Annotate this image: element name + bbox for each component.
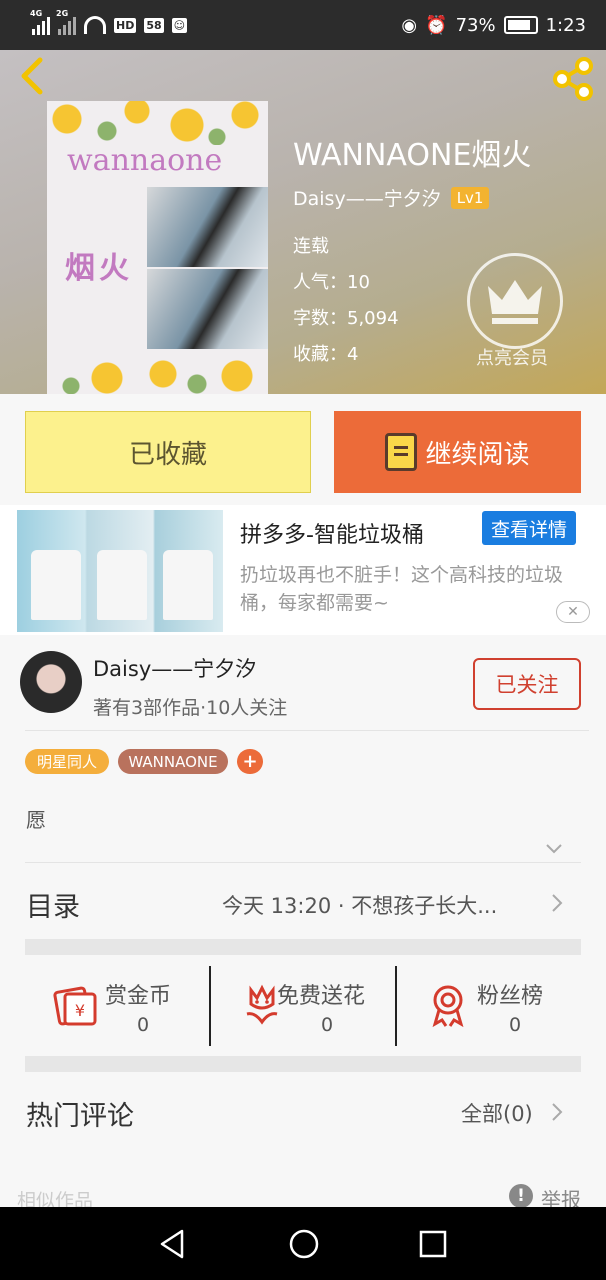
trash-bin-image <box>97 550 147 620</box>
hot-comments-label: 热门评论 <box>26 1101 134 1132</box>
book-icon <box>385 433 418 471</box>
chevron-right-icon[interactable] <box>550 1101 564 1123</box>
support-actions: ¥ 赏金币 0 免费送花 0 粉丝榜 0 <box>25 966 581 1046</box>
alarm-icon: ⏰ <box>425 14 448 36</box>
section-separator <box>25 1056 581 1072</box>
app-notification-icon: 58 <box>144 17 164 33</box>
reward-coin-count: 0 <box>137 1014 150 1036</box>
cover-flowers-top <box>47 101 268 145</box>
nav-recent-apps-icon[interactable] <box>416 1227 450 1261</box>
book-popularity: 人气：10 <box>293 272 370 293</box>
book-intro: 愿 <box>26 808 46 832</box>
add-tag-button[interactable]: + <box>237 749 263 774</box>
book-cover[interactable]: wannaone 烟火 <box>47 101 268 394</box>
alert-icon[interactable]: ! <box>509 1184 533 1208</box>
chevron-right-icon[interactable] <box>550 892 564 914</box>
divider <box>25 730 589 731</box>
continue-reading-label: 继续阅读 <box>425 439 530 470</box>
follow-button[interactable]: 已关注 <box>473 658 581 710</box>
avatar[interactable] <box>20 651 82 713</box>
author-meta: 著有3部作品·10人关注 <box>93 697 288 719</box>
favorited-button[interactable]: 已收藏 <box>25 411 311 493</box>
signal-icon: 4G <box>30 9 50 35</box>
ad-details-button[interactable]: 查看详情 <box>482 511 576 545</box>
app-notification-icon-2: ☺ <box>171 17 188 33</box>
vip-label[interactable]: 点亮会员 <box>476 344 548 370</box>
trash-bin-image <box>31 550 81 620</box>
status-bar: 4G 2G HD 58 ☺ ◉ ⏰ 73% 1:23 <box>0 0 606 50</box>
reward-coin-button[interactable]: ¥ 赏金币 0 <box>25 966 209 1046</box>
clock: 1:23 <box>545 14 586 36</box>
chevron-left-icon <box>21 57 43 95</box>
send-flower-label: 免费送花 <box>277 984 366 1009</box>
fan-ranking-label: 粉丝榜 <box>477 984 544 1009</box>
eye-icon: ◉ <box>401 14 418 36</box>
continue-reading-button[interactable]: 继续阅读 <box>334 411 581 493</box>
share-icon <box>553 57 593 101</box>
signal-icon-2: 2G <box>56 9 76 35</box>
ad-title[interactable]: 拼多多-智能垃圾桶 <box>240 517 424 549</box>
send-flower-button[interactable]: 免费送花 0 <box>209 966 395 1046</box>
nav-back-icon[interactable] <box>156 1227 190 1261</box>
level-badge: Lv1 <box>450 186 490 209</box>
battery-icon <box>503 16 538 34</box>
book-favorites: 收藏：4 <box>293 344 359 365</box>
hd-icon: HD <box>114 17 137 33</box>
medal-icon <box>432 985 464 1028</box>
vip-button[interactable] <box>467 253 563 349</box>
cover-photo <box>147 187 268 267</box>
send-flower-count: 0 <box>321 1014 334 1036</box>
favorited-label: 已收藏 <box>128 439 207 470</box>
book-header: wannaone 烟火 WANNAONE烟火 Daisy——宁夕汐 Lv1 连载… <box>0 50 606 394</box>
battery-percent: 73% <box>455 14 496 36</box>
tag-item[interactable]: WANNAONE <box>118 749 228 774</box>
author-name[interactable]: Daisy——宁夕汐 <box>93 653 256 683</box>
book-word-count: 字数：5,094 <box>293 308 399 329</box>
chevron-down-icon[interactable] <box>544 838 564 858</box>
catalog-label[interactable]: 目录 <box>26 885 80 924</box>
book-status: 连载 <box>293 236 329 257</box>
book-author-row[interactable]: Daisy——宁夕汐 Lv1 <box>293 184 490 211</box>
ad-close-button[interactable]: ✕ <box>556 601 590 623</box>
catalog-latest-chapter[interactable]: 今天 13:20 · 不想孩子长大... <box>222 890 532 920</box>
fan-ranking-count: 0 <box>509 1014 522 1036</box>
back-button[interactable] <box>16 56 52 96</box>
divider <box>25 862 581 863</box>
crown-icon <box>488 280 542 324</box>
author-card[interactable]: Daisy——宁夕汐 著有3部作品·10人关注 已关注 <box>0 635 606 731</box>
ad-image[interactable] <box>17 510 223 632</box>
tag-item[interactable]: 明星同人 <box>25 749 109 774</box>
system-nav-bar <box>0 1207 606 1280</box>
all-comments-link[interactable]: 全部(0) <box>461 1098 533 1128</box>
cover-title: wannaone <box>67 143 223 178</box>
section-separator <box>25 939 581 955</box>
cover-photo <box>147 269 268 349</box>
nav-home-icon[interactable] <box>287 1227 321 1261</box>
ad-description: 扔垃圾再也不脏手！这个高科技的垃圾桶，每家都需要~ <box>240 564 564 614</box>
book-title: WANNAONE烟火 <box>293 138 532 173</box>
trash-bin-image <box>163 550 213 620</box>
reward-coin-icon: ¥ <box>53 986 97 1026</box>
fan-ranking-button[interactable]: 粉丝榜 0 <box>395 966 581 1046</box>
wifi-icon <box>84 16 106 34</box>
share-button[interactable] <box>550 56 596 102</box>
cover-subtitle: 烟火 <box>65 251 133 286</box>
svg-text:¥: ¥ <box>75 1001 85 1020</box>
cover-flowers-bottom <box>47 348 268 394</box>
book-author[interactable]: Daisy——宁夕汐 <box>293 184 441 211</box>
reward-coin-label: 赏金币 <box>105 984 172 1009</box>
